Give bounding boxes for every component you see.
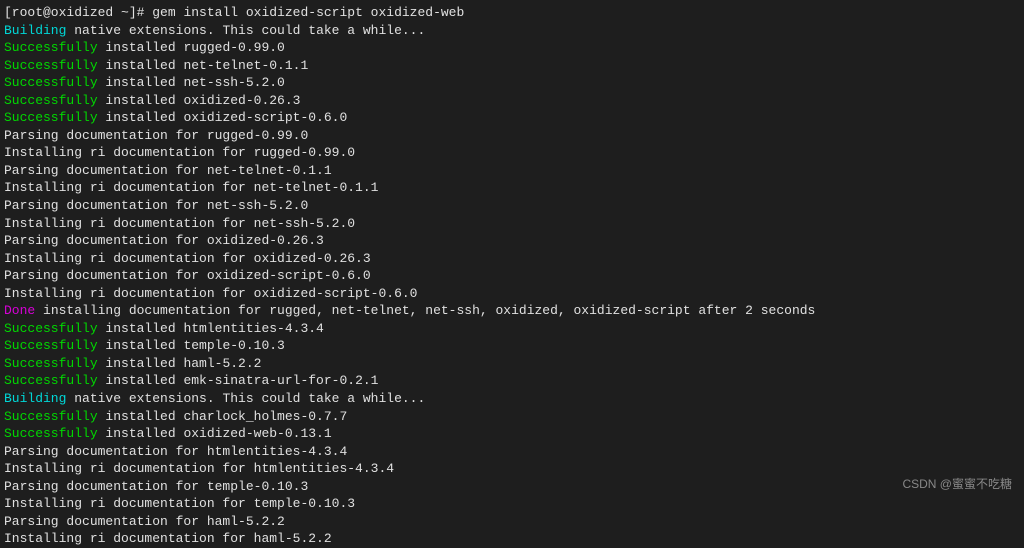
- output-line: Parsing documentation for oxidized-scrip…: [4, 267, 1020, 285]
- output-segment: Done: [4, 303, 35, 318]
- output-segment: installed oxidized-0.26.3: [98, 93, 301, 108]
- output-segment: Installing ri documentation for rugged-0…: [4, 145, 355, 160]
- output-segment: installed emk-sinatra-url-for-0.2.1: [98, 373, 379, 388]
- output-line: Successfully installed haml-5.2.2: [4, 355, 1020, 373]
- output-segment: Building: [4, 391, 66, 406]
- output-segment: installed haml-5.2.2: [98, 356, 262, 371]
- output-segment: Installing ri documentation for oxidized…: [4, 251, 371, 266]
- output-line: Successfully installed rugged-0.99.0: [4, 39, 1020, 57]
- output-segment: native extensions. This could take a whi…: [66, 23, 425, 38]
- output-segment: Installing ri documentation for net-teln…: [4, 180, 378, 195]
- output-segment: Successfully: [4, 356, 98, 371]
- output-segment: Parsing documentation for oxidized-0.26.…: [4, 233, 324, 248]
- output-line: Parsing documentation for oxidized-0.26.…: [4, 232, 1020, 250]
- output-segment: Parsing documentation for haml-5.2.2: [4, 514, 285, 529]
- output-line: Installing ri documentation for oxidized…: [4, 250, 1020, 268]
- output-segment: Installing ri documentation for temple-0…: [4, 496, 355, 511]
- output-line: Installing ri documentation for rugged-0…: [4, 144, 1020, 162]
- output-segment: installed temple-0.10.3: [98, 338, 285, 353]
- output-segment: installed oxidized-web-0.13.1: [98, 426, 332, 441]
- output-segment: installed oxidized-script-0.6.0: [98, 110, 348, 125]
- output-line: Installing ri documentation for haml-5.2…: [4, 530, 1020, 548]
- prompt-user-host: [root@oxidized ~]#: [4, 5, 144, 20]
- output-segment: Parsing documentation for net-telnet-0.1…: [4, 163, 332, 178]
- output-segment: Successfully: [4, 58, 98, 73]
- output-line: Parsing documentation for haml-5.2.2: [4, 513, 1020, 531]
- terminal-output: [root@oxidized ~]# gem install oxidized-…: [4, 4, 1020, 548]
- output-segment: Successfully: [4, 40, 98, 55]
- output-line: Done installing documentation for rugged…: [4, 302, 1020, 320]
- output-line: Successfully installed emk-sinatra-url-f…: [4, 372, 1020, 390]
- output-segment: installed net-ssh-5.2.0: [98, 75, 285, 90]
- output-segment: Parsing documentation for rugged-0.99.0: [4, 128, 308, 143]
- output-line: Successfully installed htmlentities-4.3.…: [4, 320, 1020, 338]
- output-segment: Installing ri documentation for oxidized…: [4, 286, 417, 301]
- output-segment: Installing ri documentation for net-ssh-…: [4, 216, 355, 231]
- prompt-line: [root@oxidized ~]# gem install oxidized-…: [4, 4, 1020, 22]
- output-segment: installed rugged-0.99.0: [98, 40, 285, 55]
- output-segment: Installing ri documentation for haml-5.2…: [4, 531, 332, 546]
- output-segment: Successfully: [4, 338, 98, 353]
- output-segment: Successfully: [4, 409, 98, 424]
- output-line: Installing ri documentation for net-teln…: [4, 179, 1020, 197]
- output-segment: Successfully: [4, 321, 98, 336]
- output-line: Parsing documentation for temple-0.10.3: [4, 478, 1020, 496]
- output-segment: Successfully: [4, 373, 98, 388]
- output-line: Successfully installed net-telnet-0.1.1: [4, 57, 1020, 75]
- output-line: Successfully installed oxidized-web-0.13…: [4, 425, 1020, 443]
- output-line: Building native extensions. This could t…: [4, 390, 1020, 408]
- output-line: Successfully installed temple-0.10.3: [4, 337, 1020, 355]
- output-line: Successfully installed oxidized-script-0…: [4, 109, 1020, 127]
- output-segment: Successfully: [4, 426, 98, 441]
- output-lines-container: Building native extensions. This could t…: [4, 22, 1020, 548]
- output-segment: native extensions. This could take a whi…: [66, 391, 425, 406]
- output-segment: Parsing documentation for temple-0.10.3: [4, 479, 308, 494]
- watermark-text: CSDN @蜜蜜不吃糖: [902, 476, 1012, 492]
- output-line: Installing ri documentation for net-ssh-…: [4, 215, 1020, 233]
- output-segment: installed net-telnet-0.1.1: [98, 58, 309, 73]
- output-line: Parsing documentation for htmlentities-4…: [4, 443, 1020, 461]
- output-segment: Installing ri documentation for htmlenti…: [4, 461, 394, 476]
- output-segment: Parsing documentation for htmlentities-4…: [4, 444, 347, 459]
- output-segment: Successfully: [4, 93, 98, 108]
- output-line: Installing ri documentation for temple-0…: [4, 495, 1020, 513]
- output-line: Successfully installed oxidized-0.26.3: [4, 92, 1020, 110]
- output-line: Installing ri documentation for oxidized…: [4, 285, 1020, 303]
- output-segment: Parsing documentation for net-ssh-5.2.0: [4, 198, 308, 213]
- output-segment: installed htmlentities-4.3.4: [98, 321, 324, 336]
- output-line: Successfully installed charlock_holmes-0…: [4, 408, 1020, 426]
- output-segment: Successfully: [4, 75, 98, 90]
- output-line: Parsing documentation for rugged-0.99.0: [4, 127, 1020, 145]
- output-line: Parsing documentation for net-ssh-5.2.0: [4, 197, 1020, 215]
- output-line: Building native extensions. This could t…: [4, 22, 1020, 40]
- output-segment: Building: [4, 23, 66, 38]
- output-line: Installing ri documentation for htmlenti…: [4, 460, 1020, 478]
- output-line: Successfully installed net-ssh-5.2.0: [4, 74, 1020, 92]
- output-line: Parsing documentation for net-telnet-0.1…: [4, 162, 1020, 180]
- prompt-command: gem install oxidized-script oxidized-web: [144, 5, 464, 20]
- output-segment: installed charlock_holmes-0.7.7: [98, 409, 348, 424]
- output-segment: Successfully: [4, 110, 98, 125]
- output-segment: Parsing documentation for oxidized-scrip…: [4, 268, 371, 283]
- output-segment: installing documentation for rugged, net…: [35, 303, 815, 318]
